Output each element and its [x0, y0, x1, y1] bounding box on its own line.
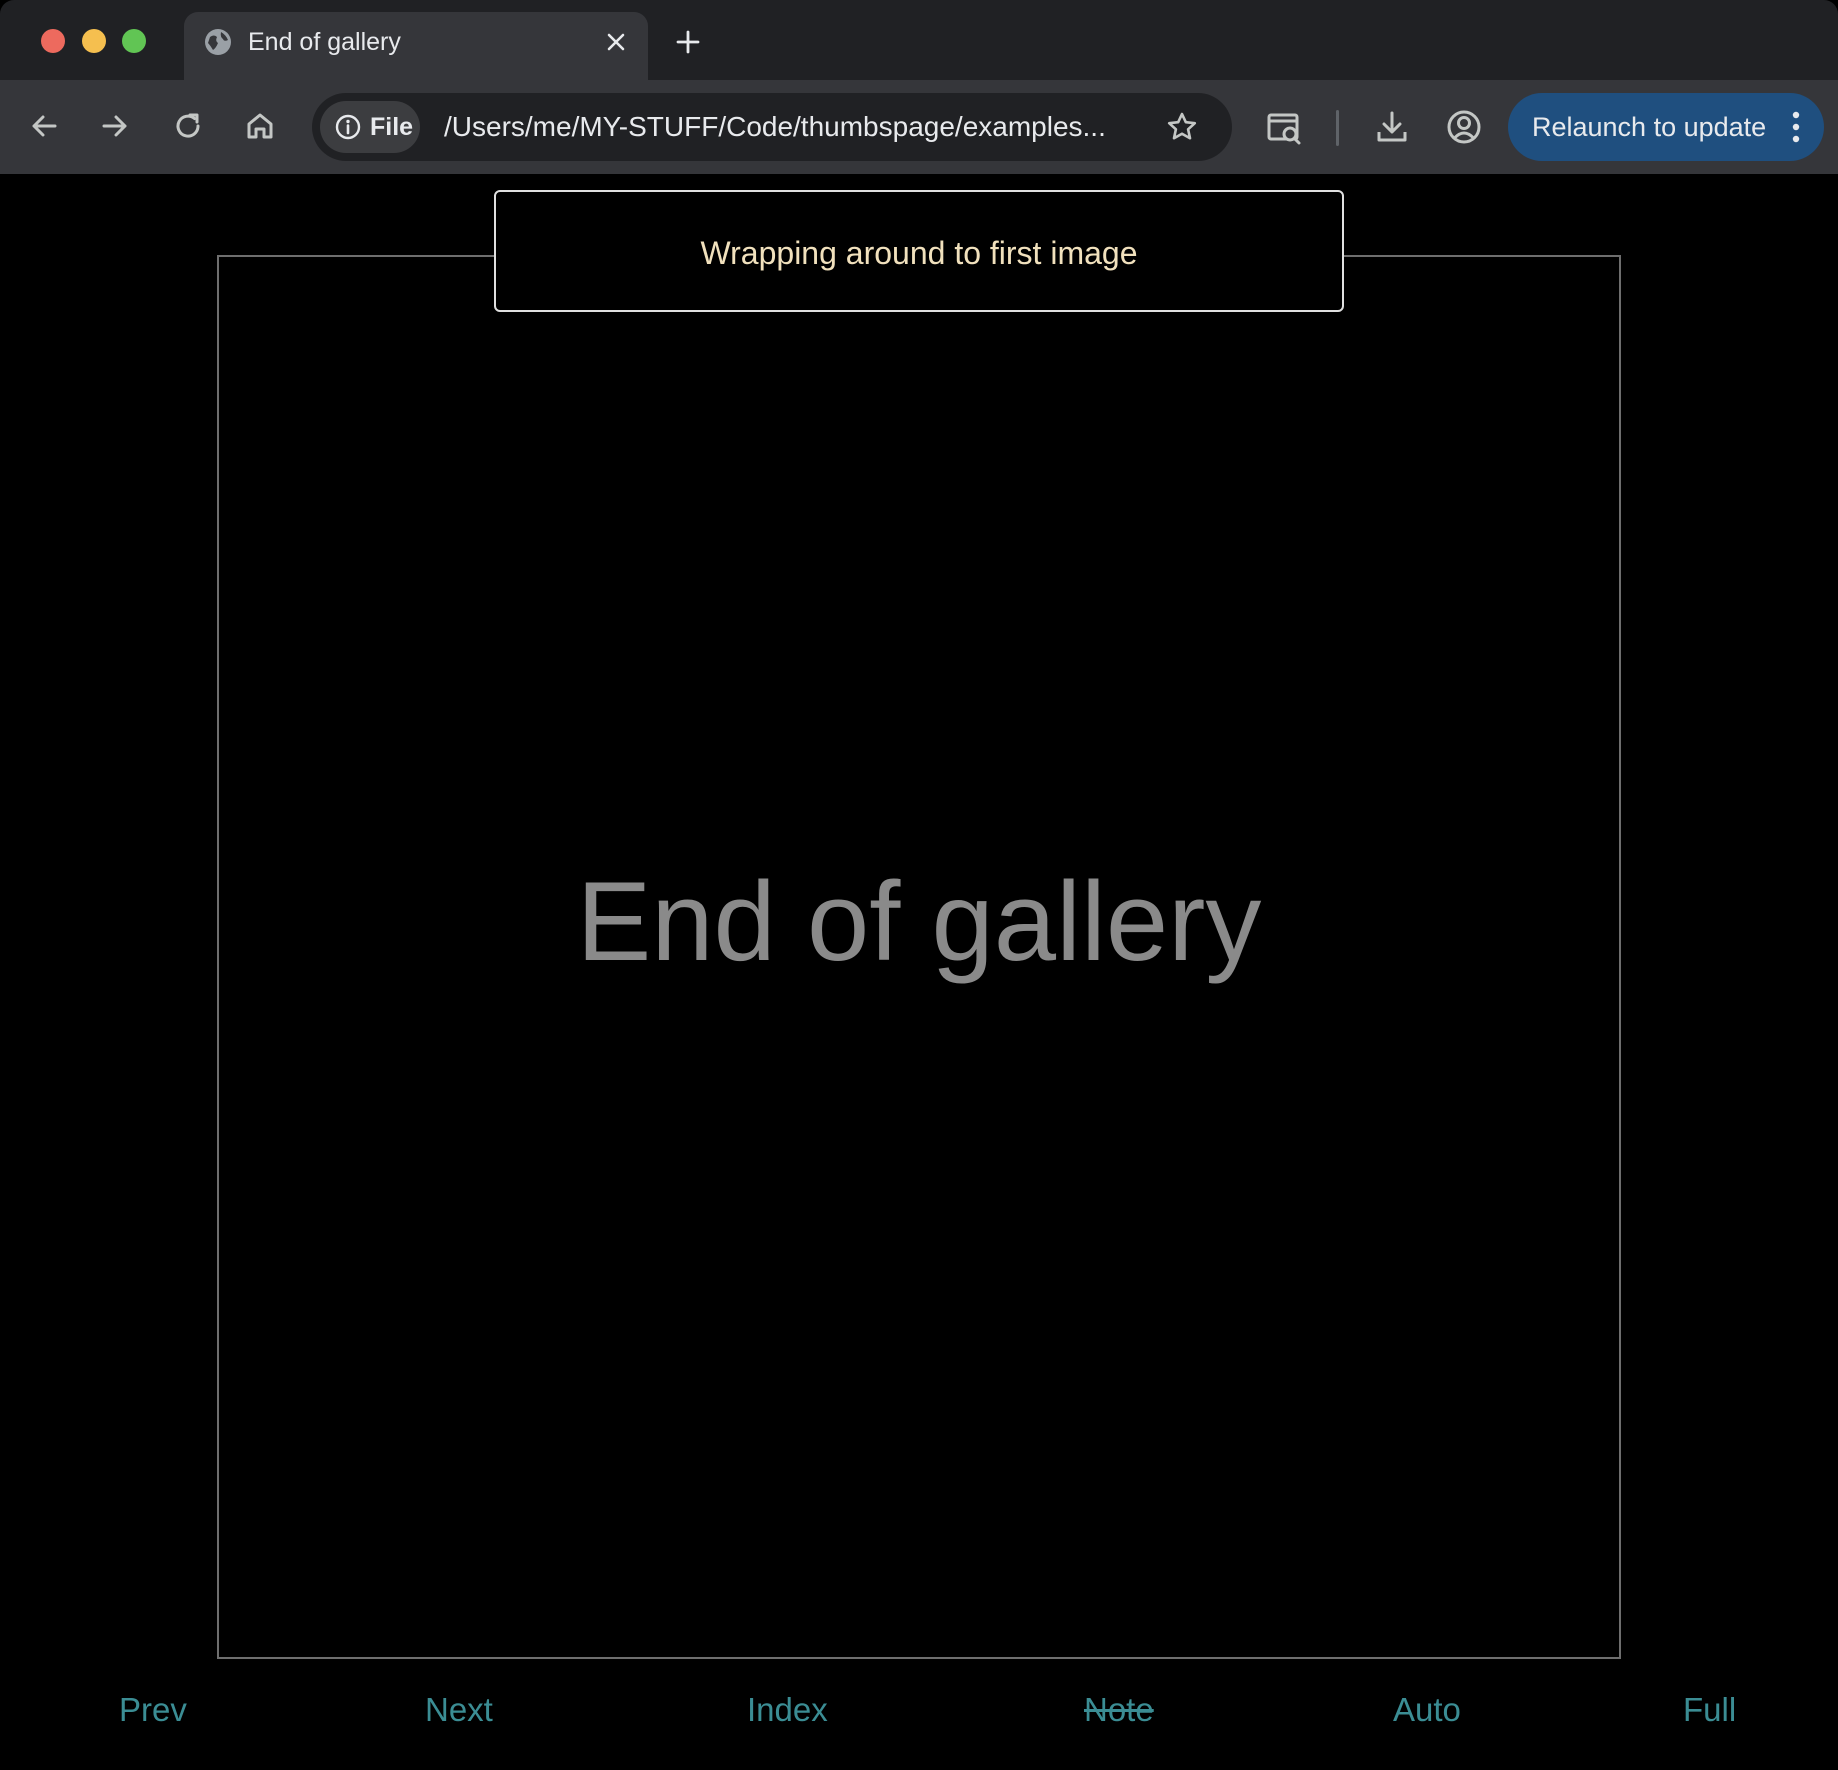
index-link[interactable]: Index [747, 1690, 828, 1730]
tab-active[interactable]: End of gallery [184, 12, 648, 80]
site-info-chip[interactable]: File [320, 101, 420, 153]
full-link[interactable]: Full [1683, 1690, 1736, 1730]
info-icon [335, 114, 361, 140]
end-of-gallery-text: End of gallery [576, 859, 1262, 984]
page-content: End of gallery Wrapping around to first … [0, 174, 1838, 1770]
next-link[interactable]: Next [425, 1690, 493, 1730]
gallery-nav: Prev Next Index Note Auto Full [0, 1690, 1838, 1750]
search-tabs-icon[interactable] [1264, 107, 1304, 147]
download-icon[interactable] [1372, 107, 1412, 147]
wraparound-toast: Wrapping around to first image [494, 190, 1344, 312]
reload-icon[interactable] [169, 107, 207, 145]
auto-link[interactable]: Auto [1393, 1690, 1461, 1730]
prev-link[interactable]: Prev [119, 1690, 187, 1730]
bookmark-star-icon[interactable] [1164, 109, 1200, 145]
url-text[interactable]: /Users/me/MY-STUFF/Code/thumbspage/examp… [444, 110, 1106, 144]
toast-message: Wrapping around to first image [700, 235, 1138, 271]
more-menu-icon[interactable] [1784, 107, 1808, 147]
globe-icon [205, 29, 231, 55]
chip-label: File [370, 113, 414, 141]
tab-title: End of gallery [248, 28, 401, 56]
maximize-window-button[interactable] [122, 29, 146, 53]
relaunch-to-update-button[interactable]: Relaunch to update [1508, 93, 1824, 161]
relaunch-label: Relaunch to update [1532, 112, 1767, 142]
close-icon[interactable] [602, 28, 630, 56]
back-arrow-icon[interactable] [25, 107, 63, 145]
new-tab-icon[interactable] [670, 24, 706, 60]
forward-arrow-icon[interactable] [96, 107, 134, 145]
toolbar-divider [1336, 110, 1339, 146]
profile-avatar-icon[interactable] [1444, 107, 1484, 147]
minimize-window-button[interactable] [82, 29, 106, 53]
close-window-button[interactable] [41, 29, 65, 53]
address-bar[interactable]: File /Users/me/MY-STUFF/Code/thumbspage/… [312, 93, 1232, 161]
note-link[interactable]: Note [1084, 1690, 1154, 1730]
tab-strip: End of gallery [0, 0, 1838, 80]
gallery-image-frame[interactable]: End of gallery [217, 255, 1621, 1659]
browser-window: End of gallery File /Users/me/MY-STUFF/C… [0, 0, 1838, 1770]
browser-toolbar: File /Users/me/MY-STUFF/Code/thumbspage/… [0, 80, 1838, 174]
home-icon[interactable] [241, 107, 279, 145]
